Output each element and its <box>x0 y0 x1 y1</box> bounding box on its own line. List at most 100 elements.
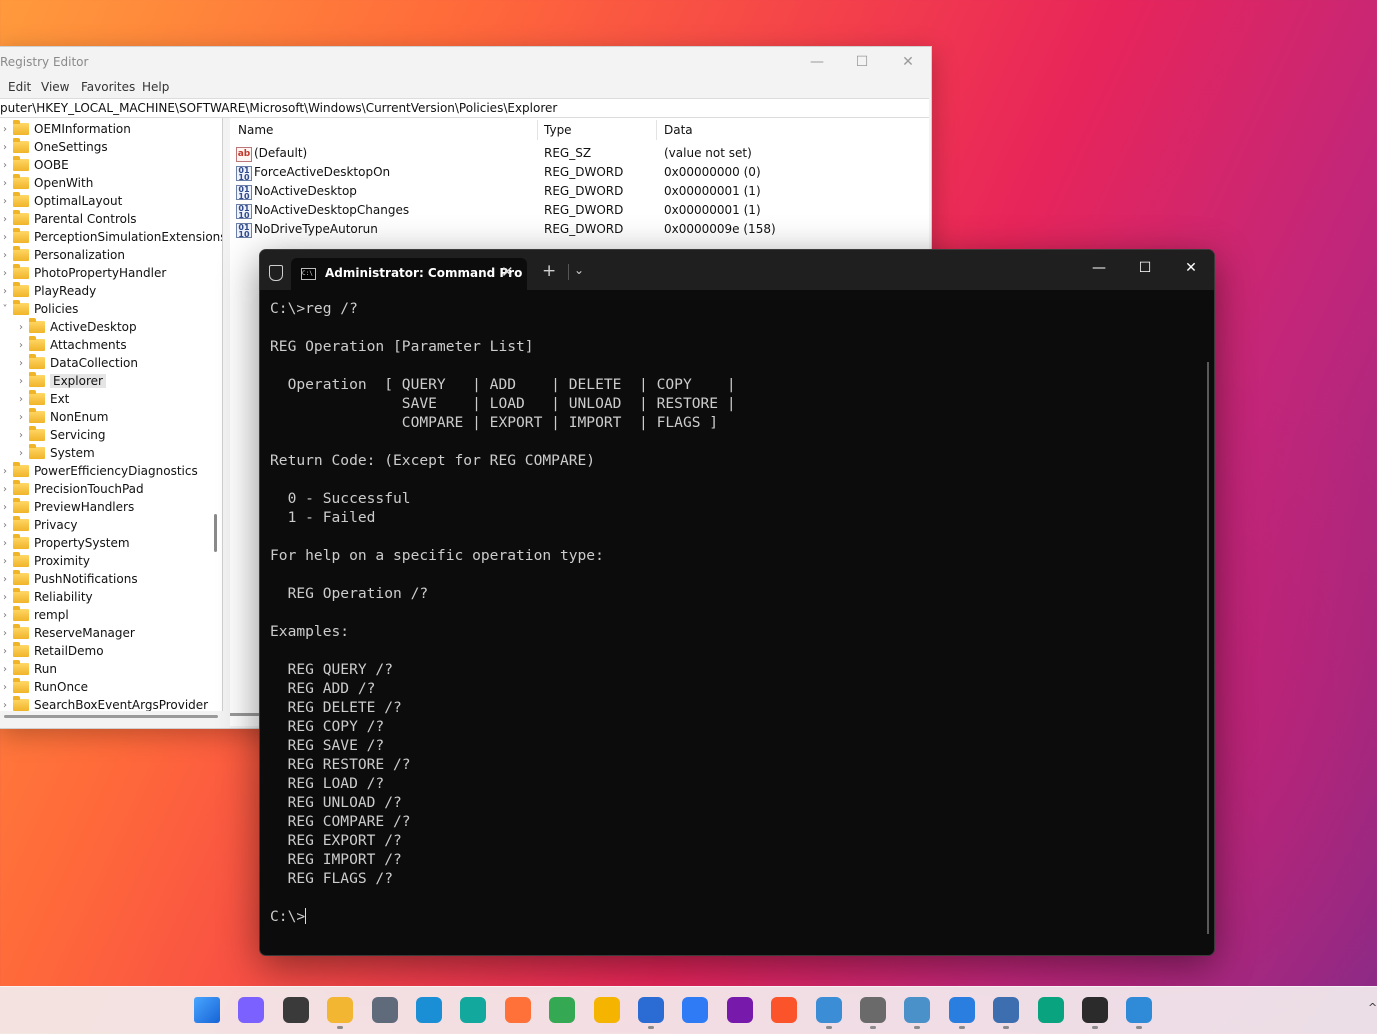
tree-scrollbar[interactable] <box>214 514 217 552</box>
chevron-right-icon[interactable]: › <box>0 610 10 621</box>
chevron-right-icon[interactable]: › <box>0 286 10 297</box>
value-row[interactable]: 01 10 ForceActiveDesktopOn REG_DWORD 0x00000… <box>230 163 929 182</box>
copilot-icon[interactable] <box>238 997 264 1023</box>
maximize-button[interactable]: ☐ <box>1122 260 1168 280</box>
chevron-up-icon[interactable]: ^ <box>1368 1001 1377 1014</box>
control-panel-icon[interactable] <box>904 997 930 1023</box>
store-icon[interactable] <box>638 997 664 1023</box>
tree-item[interactable]: ˅ Policies <box>0 300 78 318</box>
chevron-down-icon[interactable]: ˅ <box>0 304 10 315</box>
menu-favorites[interactable]: Favorites <box>81 80 135 94</box>
tree-item[interactable]: › SearchBoxEventArgsProvider <box>0 696 208 711</box>
terminal-icon[interactable] <box>1082 997 1108 1023</box>
tree-horizontal-scrollbar[interactable] <box>4 715 218 718</box>
chevron-right-icon[interactable]: › <box>0 250 10 261</box>
tree-item[interactable]: › Ext <box>16 390 69 408</box>
terminal-window[interactable]: C:\ Administrator: Command Pro ✕ + ⌄ — ☐… <box>259 249 1215 956</box>
todo-icon[interactable] <box>682 997 708 1023</box>
tree-item[interactable]: › PropertySystem <box>0 534 130 552</box>
tree-item[interactable]: › PerceptionSimulationExtensions <box>0 228 222 246</box>
terminal-tab[interactable]: C:\ Administrator: Command Pro ✕ <box>291 258 527 290</box>
values-horizontal-scrollbar[interactable] <box>230 713 260 716</box>
tree-item[interactable]: › Explorer <box>16 372 106 390</box>
firefox-icon[interactable] <box>505 997 531 1023</box>
tree-item[interactable]: › ReserveManager <box>0 624 135 642</box>
column-divider[interactable] <box>537 120 538 140</box>
tree-item[interactable]: › PreviewHandlers <box>0 498 134 516</box>
chevron-right-icon[interactable]: › <box>16 322 26 333</box>
terminal-scrollbar[interactable] <box>1207 362 1209 934</box>
chevron-right-icon[interactable]: › <box>0 556 10 567</box>
tree-item[interactable]: › Servicing <box>16 426 106 444</box>
tree-item[interactable]: › PrecisionTouchPad <box>0 480 144 498</box>
chevron-right-icon[interactable]: › <box>0 466 10 477</box>
tree-item[interactable]: › System <box>16 444 95 462</box>
chevron-right-icon[interactable]: › <box>0 664 10 675</box>
notepad-icon[interactable] <box>816 997 842 1023</box>
chevron-right-icon[interactable]: › <box>16 394 26 405</box>
edge-canary-icon[interactable] <box>460 997 486 1023</box>
chevron-right-icon[interactable]: › <box>0 592 10 603</box>
registry-editor-icon[interactable] <box>1126 997 1152 1023</box>
chevron-right-icon[interactable]: › <box>0 520 10 531</box>
chrome-canary-icon[interactable] <box>594 997 620 1023</box>
tree-item[interactable]: › OEMInformation <box>0 120 131 138</box>
registry-titlebar[interactable]: Registry Editor — ☐ ✕ <box>0 47 931 77</box>
file-explorer-icon[interactable] <box>327 997 353 1023</box>
tree-item[interactable]: › PlayReady <box>0 282 96 300</box>
tree-item[interactable]: › Proximity <box>0 552 90 570</box>
terminal-output[interactable]: C:\>reg /? REG Operation [Parameter List… <box>270 299 1200 939</box>
chevron-right-icon[interactable]: › <box>16 448 26 459</box>
settings-icon[interactable] <box>372 997 398 1023</box>
column-header-name[interactable]: Name <box>238 118 273 142</box>
tree-item[interactable]: › RunOnce <box>0 678 88 696</box>
column-divider[interactable] <box>656 120 657 140</box>
tree-item[interactable]: › Attachments <box>16 336 127 354</box>
edge-icon[interactable] <box>416 997 442 1023</box>
menu-edit[interactable]: Edit <box>8 80 31 94</box>
tree-item[interactable]: › Reliability <box>0 588 93 606</box>
chevron-right-icon[interactable]: › <box>16 430 26 441</box>
value-row[interactable]: 01 10 NoDriveTypeAutorun REG_DWORD 0x0000009… <box>230 220 929 239</box>
tree-item[interactable]: › Personalization <box>0 246 125 264</box>
chevron-right-icon[interactable]: › <box>0 214 10 225</box>
edge-dev-icon[interactable] <box>1038 997 1064 1023</box>
new-tab-button[interactable]: + <box>542 261 556 281</box>
chevron-down-icon[interactable]: ⌄ <box>574 263 584 277</box>
minimize-button[interactable]: — <box>1076 260 1122 280</box>
chevron-right-icon[interactable]: › <box>0 646 10 657</box>
brave-icon[interactable] <box>771 997 797 1023</box>
terminal-titlebar[interactable]: C:\ Administrator: Command Pro ✕ + ⌄ — ☐… <box>260 250 1214 290</box>
tree-item[interactable]: › ActiveDesktop <box>16 318 137 336</box>
photos-icon[interactable] <box>949 997 975 1023</box>
tree-item[interactable]: › OOBE <box>0 156 69 174</box>
close-button[interactable]: ✕ <box>1168 260 1214 280</box>
chevron-right-icon[interactable]: › <box>0 628 10 639</box>
tree-item[interactable]: › rempl <box>0 606 69 624</box>
value-row[interactable]: ab (Default) REG_SZ (value not set) <box>230 144 929 163</box>
system-tool-icon[interactable] <box>860 997 886 1023</box>
key-tree[interactable]: › OEMInformation › OneSettings › OOBE › OpenWit… <box>0 118 223 711</box>
column-header-data[interactable]: Data <box>664 118 693 142</box>
menu-view[interactable]: View <box>41 80 69 94</box>
chevron-right-icon[interactable]: › <box>0 268 10 279</box>
chevron-right-icon[interactable]: › <box>0 232 10 243</box>
chevron-right-icon[interactable]: › <box>0 160 10 171</box>
chevron-right-icon[interactable]: › <box>16 412 26 423</box>
chevron-right-icon[interactable]: › <box>0 142 10 153</box>
onenote-icon[interactable] <box>727 997 753 1023</box>
menu-help[interactable]: Help <box>142 80 169 94</box>
tree-item[interactable]: › PushNotifications <box>0 570 138 588</box>
tree-item[interactable]: › Privacy <box>0 516 77 534</box>
value-row[interactable]: 01 10 NoActiveDesktopChanges REG_DWORD 0x000… <box>230 201 929 220</box>
chevron-right-icon[interactable]: › <box>16 340 26 351</box>
minimize-button[interactable]: — <box>794 47 840 77</box>
task-view-icon[interactable] <box>283 997 309 1023</box>
close-button[interactable]: ✕ <box>885 47 931 77</box>
chevron-right-icon[interactable]: › <box>0 484 10 495</box>
chevron-right-icon[interactable]: › <box>16 358 26 369</box>
tree-item[interactable]: › Run <box>0 660 57 678</box>
value-row[interactable]: 01 10 NoActiveDesktop REG_DWORD 0x00000001 (… <box>230 182 929 201</box>
tab-close-icon[interactable]: ✕ <box>501 263 514 281</box>
column-header-type[interactable]: Type <box>544 118 572 142</box>
